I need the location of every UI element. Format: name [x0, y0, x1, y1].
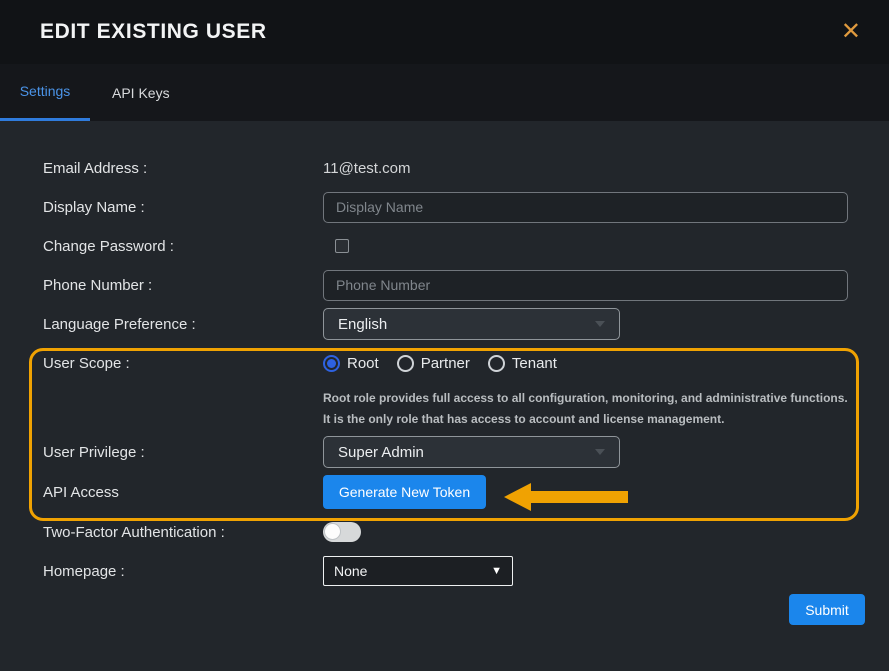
email-row: Email Address : 11@test.com: [0, 152, 889, 184]
help-line-1: Root role provides full access to all co…: [323, 388, 865, 409]
user-scope-label: User Scope :: [43, 355, 323, 372]
radio-unselected-icon: [397, 355, 414, 372]
change-password-label: Change Password :: [43, 238, 323, 255]
user-scope-row: User Scope : Root Partner Tenant: [0, 347, 889, 379]
homepage-label: Homepage :: [43, 563, 323, 580]
api-access-label: API Access: [43, 484, 323, 501]
user-privilege-selected-value: Super Admin: [338, 444, 424, 461]
change-password-checkbox[interactable]: [335, 239, 349, 253]
two-factor-label: Two-Factor Authentication :: [43, 524, 323, 541]
modal-header: EDIT EXISTING USER ✕: [0, 0, 889, 64]
two-factor-toggle[interactable]: [323, 522, 361, 542]
display-name-label: Display Name :: [43, 199, 323, 216]
caret-down-icon: [595, 321, 605, 327]
radio-root[interactable]: Root: [323, 355, 379, 372]
language-row: Language Preference : English: [0, 308, 889, 340]
language-select[interactable]: English: [323, 308, 620, 340]
edit-user-modal: EDIT EXISTING USER ✕ Settings API Keys E…: [0, 0, 889, 671]
phone-number-label: Phone Number :: [43, 277, 323, 294]
display-name-row: Display Name :: [0, 191, 889, 223]
tab-api-keys[interactable]: API Keys: [90, 64, 192, 121]
submit-button[interactable]: Submit: [789, 594, 865, 625]
language-label: Language Preference :: [43, 316, 323, 333]
email-label: Email Address :: [43, 160, 323, 177]
generate-token-button[interactable]: Generate New Token: [323, 475, 486, 509]
radio-unselected-icon: [488, 355, 505, 372]
language-selected-value: English: [338, 316, 387, 333]
user-privilege-select[interactable]: Super Admin: [323, 436, 620, 468]
display-name-input[interactable]: [323, 192, 848, 223]
toggle-knob: [324, 523, 341, 540]
homepage-selected-value: None: [334, 563, 367, 579]
user-privilege-row: User Privilege : Super Admin: [0, 436, 889, 468]
tab-bar: Settings API Keys: [0, 64, 889, 121]
homepage-select[interactable]: None ▼: [323, 556, 513, 586]
help-line-2: It is the only role that has access to a…: [323, 409, 865, 430]
two-factor-row: Two-Factor Authentication :: [0, 516, 889, 548]
homepage-row: Homepage : None ▼: [0, 555, 889, 587]
settings-form: Email Address : 11@test.com Display Name…: [0, 121, 889, 625]
radio-selected-icon: [323, 355, 340, 372]
change-password-row: Change Password :: [0, 230, 889, 262]
caret-down-icon: [595, 449, 605, 455]
phone-number-row: Phone Number :: [0, 269, 889, 301]
close-icon[interactable]: ✕: [841, 20, 861, 44]
submit-row: Submit: [0, 594, 889, 625]
email-value: 11@test.com: [323, 160, 410, 177]
radio-tenant[interactable]: Tenant: [488, 355, 557, 372]
page-title: EDIT EXISTING USER: [40, 20, 267, 44]
radio-partner[interactable]: Partner: [397, 355, 470, 372]
user-scope-radio-group: Root Partner Tenant: [323, 355, 557, 372]
tab-settings[interactable]: Settings: [0, 64, 90, 121]
phone-number-input[interactable]: [323, 270, 848, 301]
api-access-row: API Access Generate New Token: [0, 475, 889, 509]
caret-down-icon: ▼: [491, 565, 502, 577]
user-scope-help-text: Root role provides full access to all co…: [0, 386, 889, 430]
user-privilege-label: User Privilege :: [43, 444, 323, 461]
